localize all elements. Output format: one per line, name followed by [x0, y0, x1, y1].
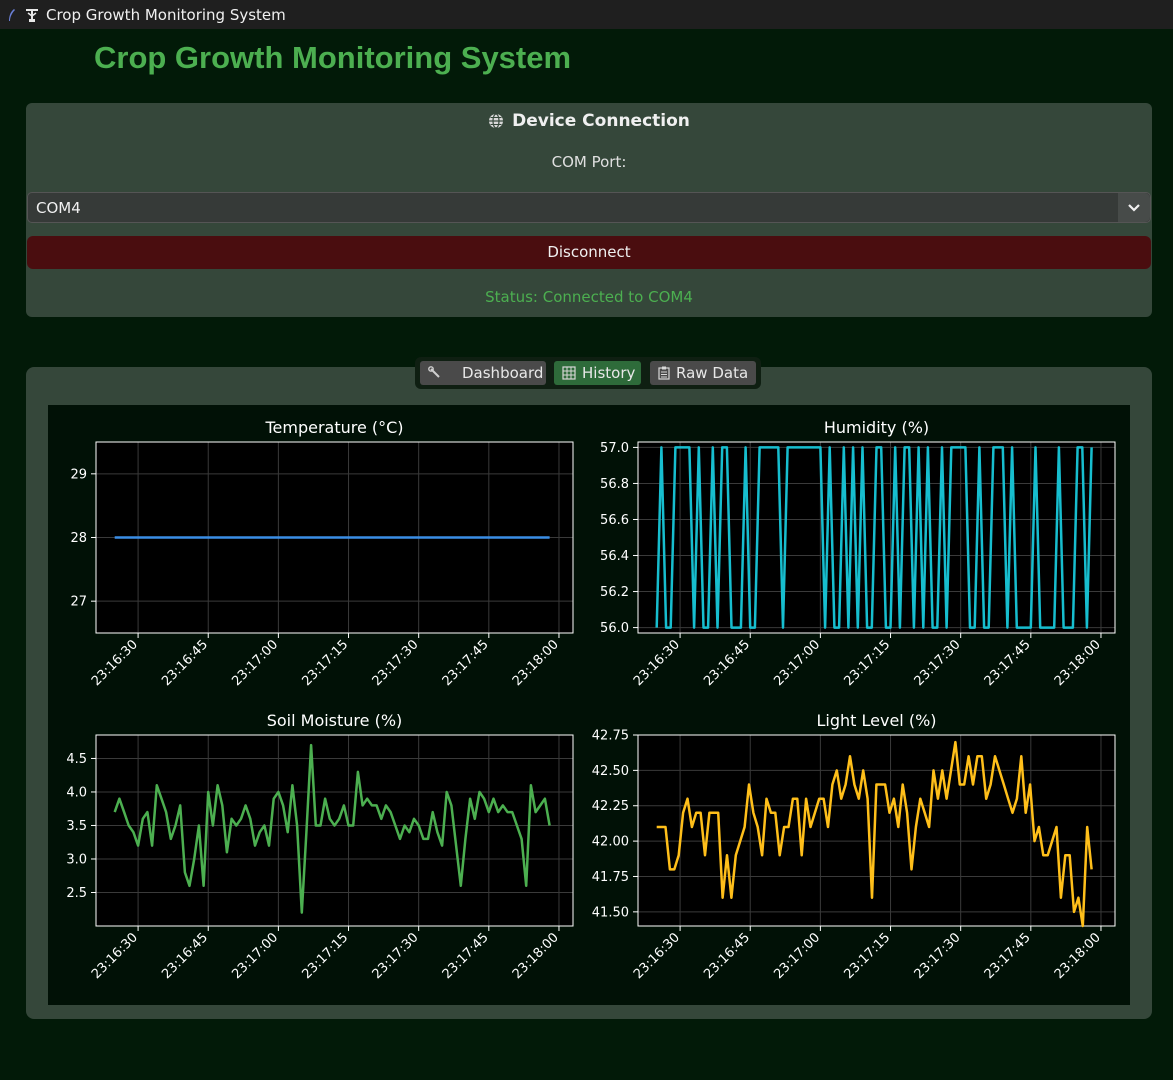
soil-xtick-label: 23:17:15 — [299, 930, 351, 982]
light-plot-area — [638, 735, 1115, 926]
humidity-xtick-label: 23:18:00 — [1052, 637, 1104, 689]
window-titlebar: Crop Growth Monitoring System — [0, 0, 1173, 29]
soil-ytick-label: 4.0 — [66, 785, 87, 800]
temperature-xtick-label: 23:16:45 — [159, 637, 211, 689]
tab-bar: Dashboard History Raw Data — [415, 357, 761, 389]
device-connection-panel: Device Connection COM Port: COM4 Disconn… — [26, 103, 1152, 317]
tab-dashboard[interactable]: Dashboard — [420, 361, 546, 385]
connection-status: Status: Connected to COM4 — [485, 288, 693, 306]
light-ytick-label: 41.50 — [592, 905, 629, 920]
device-connection-title: Device Connection — [512, 111, 690, 131]
tab-history-label: History — [582, 364, 636, 382]
charts-canvas: 23:16:30 23:16:45 23:17:00 23:17:15 23:17:30… — [66, 418, 1116, 982]
temperature-xtick-label: 23:17:15 — [299, 637, 351, 689]
humidity-xtick-label: 23:16:30 — [631, 637, 683, 689]
light-ytick-label: 42.75 — [592, 729, 629, 744]
plant-icon — [26, 8, 38, 22]
humidity-ytick-label: 56.4 — [600, 549, 629, 564]
light-xtick-label: 23:16:45 — [701, 930, 753, 982]
soil-xtick-label: 23:16:45 — [159, 930, 211, 982]
com-port-select[interactable]: COM4 — [27, 192, 1151, 223]
temperature-xtick-label: 23:16:30 — [89, 637, 141, 689]
wrench-icon — [428, 366, 440, 378]
humidity-xtick-label: 23:17:30 — [912, 637, 964, 689]
humidity-ytick-label: 56.6 — [600, 513, 629, 528]
humidity-ytick-label: 57.0 — [600, 441, 629, 456]
soil-ytick-label: 2.5 — [66, 886, 87, 901]
humidity-xtick-label: 23:17:00 — [771, 637, 823, 689]
window-title: Crop Growth Monitoring System — [46, 5, 286, 24]
chevron-down-icon[interactable] — [1118, 193, 1150, 222]
soil-ytick-label: 4.5 — [66, 752, 87, 767]
temperature-xtick-label: 23:17:45 — [440, 637, 492, 689]
soil-xtick-label: 23:17:45 — [440, 930, 492, 982]
light-chart-title: Light Level (%) — [816, 711, 936, 730]
com-port-label: COM Port: — [551, 153, 627, 171]
tab-raw-data-label: Raw Data — [676, 364, 749, 382]
humidity-ytick-label: 56.2 — [600, 585, 629, 600]
temperature-xtick-label: 23:17:00 — [229, 637, 281, 689]
light-xtick-label: 23:17:45 — [982, 930, 1034, 982]
com-port-value: COM4 — [36, 198, 81, 217]
feather-icon — [9, 8, 15, 21]
light-xtick-label: 23:17:00 — [771, 930, 823, 982]
humidity-xtick-label: 23:17:45 — [982, 637, 1034, 689]
history-charts: 23:16:30 23:16:45 23:17:00 23:17:15 23:17:30… — [48, 405, 1130, 1005]
light-xtick-label: 23:16:30 — [631, 930, 683, 982]
temperature-chart-title: Temperature (°C) — [264, 418, 403, 437]
soil-plot-area — [96, 735, 573, 926]
humidity-ytick-label: 56.0 — [600, 621, 629, 636]
chart-icon — [562, 366, 576, 380]
soil-xtick-label: 23:17:00 — [229, 930, 281, 982]
soil-chart-title: Soil Moisture (%) — [267, 711, 403, 730]
temperature-ytick-label: 28 — [70, 531, 87, 546]
light-xtick-label: 23:17:15 — [841, 930, 893, 982]
humidity-xtick-label: 23:17:15 — [841, 637, 893, 689]
light-ytick-label: 41.75 — [592, 870, 629, 885]
soil-ytick-label: 3.0 — [66, 852, 87, 867]
light-xtick-label: 23:17:30 — [912, 930, 964, 982]
device-connection-heading: Device Connection — [26, 111, 1152, 131]
page-title: Crop Growth Monitoring System — [94, 40, 572, 75]
soil-xtick-label: 23:18:00 — [510, 930, 562, 982]
light-xtick-label: 23:18:00 — [1052, 930, 1104, 982]
humidity-xtick-label: 23:16:45 — [701, 637, 753, 689]
light-ytick-label: 42.50 — [592, 764, 629, 779]
humidity-ytick-label: 56.8 — [600, 477, 629, 492]
tab-history[interactable]: History — [554, 361, 641, 385]
globe-icon — [489, 113, 504, 129]
temperature-ytick-label: 29 — [70, 467, 87, 482]
tab-dashboard-label: Dashboard — [462, 364, 544, 382]
clipboard-icon — [658, 366, 670, 380]
temperature-ytick-label: 27 — [70, 595, 87, 610]
light-ytick-label: 42.00 — [592, 835, 629, 850]
tab-raw-data[interactable]: Raw Data — [650, 361, 756, 385]
soil-xtick-label: 23:16:30 — [89, 930, 141, 982]
temperature-xtick-label: 23:18:00 — [510, 637, 562, 689]
history-panel: Dashboard History Raw Data 23:16:30 23:1… — [26, 357, 1152, 1019]
soil-ytick-label: 3.5 — [66, 819, 87, 834]
soil-xtick-label: 23:17:30 — [370, 930, 422, 982]
humidity-chart-title: Humidity (%) — [824, 418, 929, 437]
disconnect-button[interactable]: Disconnect — [27, 236, 1151, 269]
temperature-xtick-label: 23:17:30 — [370, 637, 422, 689]
light-ytick-label: 42.25 — [592, 799, 629, 814]
